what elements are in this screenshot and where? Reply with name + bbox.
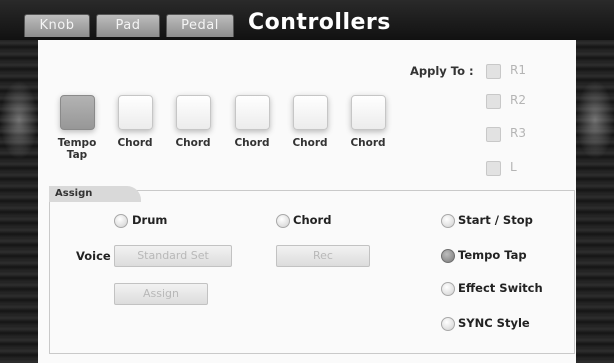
voice-label: Voice	[76, 249, 111, 263]
tab-pedal[interactable]: Pedal	[166, 14, 234, 37]
apply-to-label: Apply To :	[410, 64, 474, 78]
pad-2-label: Chord	[117, 137, 153, 149]
title-bar: Knob Pad Pedal Controllers	[0, 0, 614, 40]
tempo-tap-radio[interactable]	[441, 249, 455, 263]
pad-5[interactable]	[293, 95, 328, 130]
chord-label[interactable]: Chord	[293, 213, 331, 227]
tab-pad[interactable]: Pad	[96, 14, 160, 37]
chord-select[interactable]: Rec	[276, 245, 370, 267]
tempo-tap-label[interactable]: Tempo Tap	[458, 248, 527, 262]
apply-to-l[interactable]: L	[486, 160, 556, 176]
right-decor-strip	[576, 40, 614, 363]
controllers-panel: Tempo Tap Chord Chord Chord Chord Chord …	[38, 40, 576, 363]
tab-knob[interactable]: Knob	[24, 14, 90, 37]
apply-to-l-label: L	[510, 160, 517, 174]
assign-button[interactable]: Assign	[114, 283, 208, 305]
pad-3-label: Chord	[175, 137, 211, 149]
assign-section-label: Assign	[49, 186, 141, 202]
sync-style-radio[interactable]	[441, 317, 455, 331]
pad-3[interactable]	[176, 95, 211, 130]
drum-label[interactable]: Drum	[132, 213, 167, 227]
apply-to-r1-label: R1	[510, 63, 526, 77]
start-stop-radio[interactable]	[441, 214, 455, 228]
effect-switch-label[interactable]: Effect Switch	[458, 281, 543, 295]
pad-1[interactable]	[60, 95, 95, 130]
checkbox-r3[interactable]	[486, 127, 501, 142]
apply-to-r2-label: R2	[510, 93, 526, 107]
left-decor-strip	[0, 40, 38, 363]
chord-radio[interactable]	[276, 214, 290, 228]
pad-1-label: Tempo Tap	[57, 137, 97, 161]
drum-radio[interactable]	[114, 214, 128, 228]
page-title: Controllers	[248, 10, 391, 35]
pad-4[interactable]	[235, 95, 270, 130]
apply-to-r3[interactable]: R3	[486, 126, 556, 142]
checkbox-r2[interactable]	[486, 94, 501, 109]
voice-select[interactable]: Standard Set	[114, 245, 232, 267]
apply-to-r1[interactable]: R1	[486, 63, 556, 79]
pad-4-label: Chord	[234, 137, 270, 149]
pad-6[interactable]	[351, 95, 386, 130]
checkbox-r1[interactable]	[486, 64, 501, 79]
pad-6-label: Chord	[350, 137, 386, 149]
apply-to-r3-label: R3	[510, 126, 526, 140]
start-stop-label[interactable]: Start / Stop	[458, 213, 533, 227]
apply-to-r2[interactable]: R2	[486, 93, 556, 109]
checkbox-l[interactable]	[486, 161, 501, 176]
pad-2[interactable]	[118, 95, 153, 130]
pad-5-label: Chord	[292, 137, 328, 149]
effect-switch-radio[interactable]	[441, 282, 455, 296]
sync-style-label[interactable]: SYNC Style	[458, 316, 530, 330]
